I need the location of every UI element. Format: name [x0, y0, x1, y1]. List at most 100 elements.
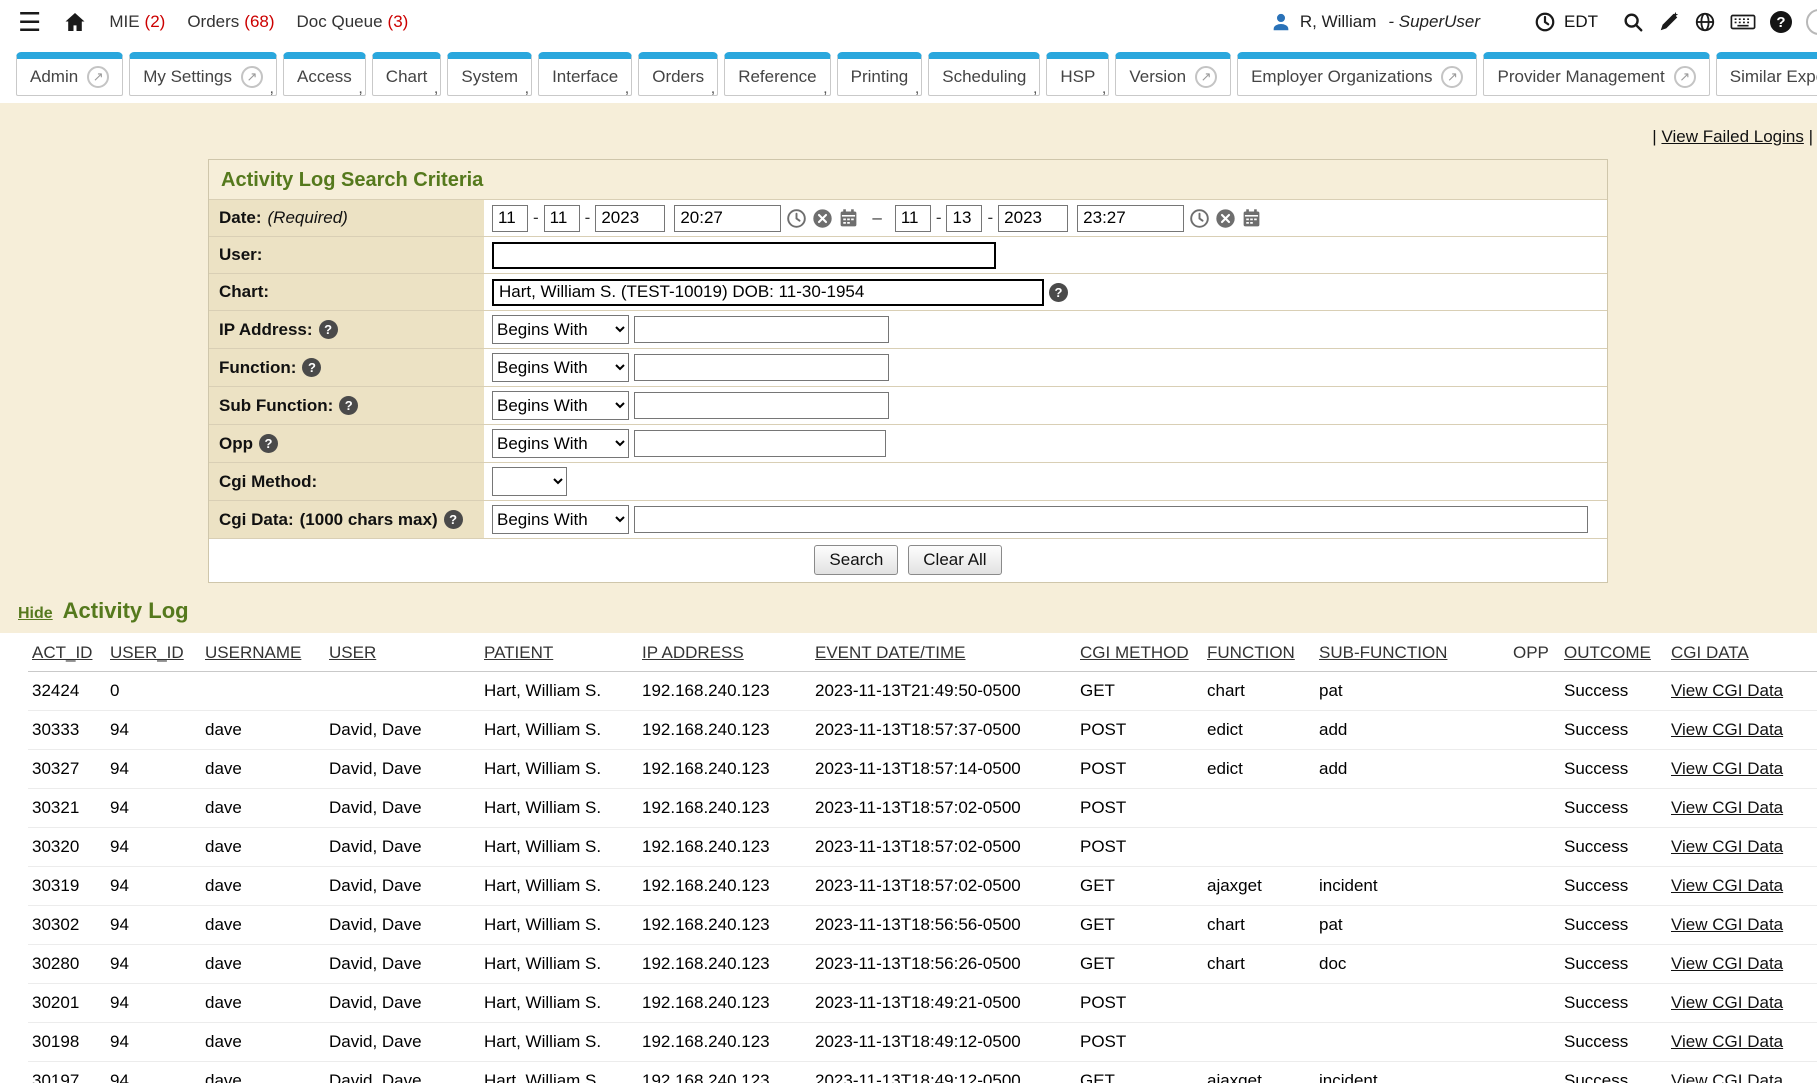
- view-cgi-data-link[interactable]: View CGI Data: [1671, 993, 1783, 1012]
- view-cgi-data-link[interactable]: View CGI Data: [1671, 1071, 1783, 1083]
- sort-outcome[interactable]: OUTCOME: [1564, 643, 1651, 662]
- date-to-year-input[interactable]: [998, 205, 1068, 232]
- view-cgi-data-link[interactable]: View CGI Data: [1671, 915, 1783, 934]
- tab-employer-organizations[interactable]: Employer Organizations ↗: [1237, 52, 1477, 96]
- clock-icon[interactable]: [1534, 11, 1556, 33]
- current-user[interactable]: R, William - SuperUser: [1270, 11, 1480, 33]
- tab-access[interactable]: Access: [283, 52, 366, 96]
- signature-pencil-icon[interactable]: [1658, 11, 1680, 33]
- tab-orders[interactable]: Orders: [638, 52, 718, 96]
- clock-icon[interactable]: [1189, 208, 1210, 229]
- tab-system[interactable]: System: [447, 52, 532, 96]
- view-failed-logins-link[interactable]: View Failed Logins: [1661, 127, 1803, 146]
- tab-version[interactable]: Version ↗: [1115, 52, 1231, 96]
- sort-patient[interactable]: PATIENT: [484, 643, 553, 662]
- calendar-icon[interactable]: [838, 208, 859, 229]
- tab-reference[interactable]: Reference: [724, 52, 830, 96]
- search-button[interactable]: Search: [814, 545, 898, 575]
- external-link-icon[interactable]: ↗: [1195, 66, 1217, 88]
- cell-patient: Hart, William S.: [480, 1023, 638, 1062]
- hide-link[interactable]: Hide: [18, 605, 53, 623]
- sort-function[interactable]: FUNCTION: [1207, 643, 1295, 662]
- date-from-month-input[interactable]: [492, 205, 528, 232]
- sort-sub-function[interactable]: SUB-FUNCTION: [1319, 643, 1447, 662]
- sub-function-input[interactable]: [634, 392, 889, 419]
- opp-help-icon[interactable]: ?: [259, 434, 278, 453]
- date-to-time-input[interactable]: [1077, 205, 1184, 232]
- ip-match-select[interactable]: Begins With: [492, 315, 629, 344]
- ip-help-icon[interactable]: ?: [319, 320, 338, 339]
- clear-date-icon[interactable]: [812, 208, 833, 229]
- view-cgi-data-link[interactable]: View CGI Data: [1671, 837, 1783, 856]
- ip-address-input[interactable]: [634, 316, 889, 343]
- view-cgi-data-link[interactable]: View CGI Data: [1671, 681, 1783, 700]
- tab-interface[interactable]: Interface: [538, 52, 632, 96]
- sort-username[interactable]: USERNAME: [205, 643, 301, 662]
- user-input[interactable]: [492, 242, 996, 269]
- sort-user[interactable]: USER: [329, 643, 376, 662]
- external-link-icon[interactable]: ↗: [87, 66, 109, 88]
- tab-similar-exposures[interactable]: Similar Exposu: [1716, 52, 1817, 96]
- clear-all-button[interactable]: Clear All: [908, 545, 1001, 575]
- date-from-time-input[interactable]: [674, 205, 781, 232]
- clear-date-icon[interactable]: [1215, 208, 1236, 229]
- sort-cgi-data[interactable]: CGI DATA: [1671, 643, 1749, 662]
- cell-sub-function: [1315, 828, 1509, 867]
- tab-admin[interactable]: Admin ↗: [16, 52, 123, 96]
- opp-match-select[interactable]: Begins With: [492, 429, 629, 458]
- sort-event-datetime[interactable]: EVENT DATE/TIME: [815, 643, 966, 662]
- sort-act-id[interactable]: ACT_ID: [32, 643, 92, 662]
- cgi-method-select[interactable]: [492, 467, 567, 496]
- nav-item-doc-queue[interactable]: Doc Queue (3): [297, 12, 409, 32]
- date-from-day-input[interactable]: [544, 205, 580, 232]
- tab-my-settings[interactable]: My Settings ↗: [129, 52, 277, 96]
- view-cgi-data-link[interactable]: View CGI Data: [1671, 720, 1783, 739]
- tab-chart[interactable]: Chart: [372, 52, 442, 96]
- cgi-data-input[interactable]: [634, 506, 1588, 533]
- cell-user: [325, 672, 480, 711]
- nav-item-orders[interactable]: Orders (68): [187, 12, 274, 32]
- cell-cgi-data: View CGI Data: [1667, 945, 1817, 984]
- keyboard-icon[interactable]: [1730, 11, 1756, 33]
- sort-user-id[interactable]: USER_ID: [110, 643, 184, 662]
- sub-function-help-icon[interactable]: ?: [339, 396, 358, 415]
- function-match-select[interactable]: Begins With: [492, 353, 629, 382]
- date-to-month-input[interactable]: [895, 205, 931, 232]
- view-cgi-data-link[interactable]: View CGI Data: [1671, 876, 1783, 895]
- sort-ip-address[interactable]: IP ADDRESS: [642, 643, 744, 662]
- calendar-icon[interactable]: [1241, 208, 1262, 229]
- external-link-icon[interactable]: ↗: [241, 66, 263, 88]
- clock-icon[interactable]: [786, 208, 807, 229]
- sub-function-match-select[interactable]: Begins With: [492, 391, 629, 420]
- opp-input[interactable]: [634, 430, 886, 457]
- view-cgi-data-link[interactable]: View CGI Data: [1671, 798, 1783, 817]
- cgi-data-help-icon[interactable]: ?: [444, 510, 463, 529]
- tab-scheduling[interactable]: Scheduling: [928, 52, 1040, 96]
- tab-printing[interactable]: Printing: [837, 52, 923, 96]
- external-link-icon[interactable]: ↗: [1674, 66, 1696, 88]
- tab-provider-management[interactable]: Provider Management ↗: [1483, 52, 1709, 96]
- chart-input[interactable]: [492, 279, 1044, 306]
- home-icon[interactable]: [63, 10, 87, 34]
- sort-cgi-method[interactable]: CGI METHOD: [1080, 643, 1189, 662]
- view-cgi-data-link[interactable]: View CGI Data: [1671, 759, 1783, 778]
- activity-log-table-wrap: ACT_ID USER_ID USERNAME USER PATIENT IP …: [0, 633, 1817, 1083]
- date-from-year-input[interactable]: [595, 205, 665, 232]
- external-link-icon[interactable]: ↗: [1441, 66, 1463, 88]
- search-icon[interactable]: [1622, 11, 1644, 33]
- cell-ip-address: 192.168.240.123: [638, 828, 811, 867]
- function-input[interactable]: [634, 354, 889, 381]
- function-help-icon[interactable]: ?: [302, 358, 321, 377]
- globe-icon[interactable]: [1694, 11, 1716, 33]
- hamburger-menu-icon[interactable]: ☰: [18, 9, 41, 35]
- nav-item-mie[interactable]: MIE (2): [109, 12, 165, 32]
- help-icon[interactable]: ?: [1770, 11, 1792, 33]
- tab-hsp[interactable]: HSP: [1046, 52, 1109, 96]
- chart-help-icon[interactable]: ?: [1049, 283, 1068, 302]
- cell-cgi-method: POST: [1076, 828, 1203, 867]
- partial-edge-icon[interactable]: [1806, 9, 1817, 35]
- view-cgi-data-link[interactable]: View CGI Data: [1671, 954, 1783, 973]
- view-cgi-data-link[interactable]: View CGI Data: [1671, 1032, 1783, 1051]
- date-to-day-input[interactable]: [946, 205, 982, 232]
- cgi-data-match-select[interactable]: Begins With: [492, 505, 629, 534]
